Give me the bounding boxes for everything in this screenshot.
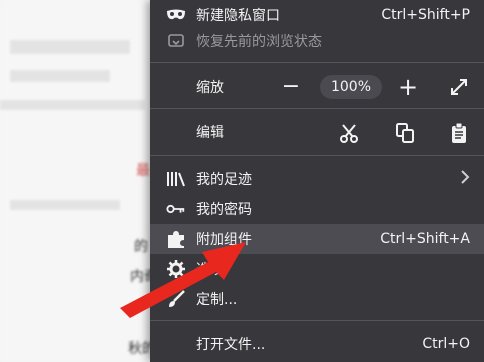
menu-item-restore-session[interactable]: 恢复先前的浏览状态 — [150, 26, 484, 56]
fullscreen-icon[interactable] — [448, 76, 470, 98]
menu-item-passwords[interactable]: 我的密码 — [150, 194, 484, 224]
blurred-block — [10, 40, 130, 54]
menu-item-label: 我的密码 — [196, 202, 252, 218]
shortcut-label: Ctrl+Shift+A — [380, 231, 470, 247]
shortcut-label: Ctrl+Shift+P — [381, 7, 470, 23]
library-icon — [166, 169, 186, 189]
menu-item-addons[interactable]: 附加组件 Ctrl+Shift+A — [150, 224, 484, 254]
blurred-block — [10, 70, 110, 82]
zoom-in-button[interactable]: + — [396, 75, 420, 99]
browser-main-menu: 新建隐私窗口 Ctrl+Shift+P 恢复先前的浏览状态 缩放 − 100% … — [150, 0, 484, 362]
bg-text: 的 — [134, 239, 148, 255]
blurred-block — [10, 200, 120, 210]
menu-item-label: 定制... — [196, 292, 238, 308]
menu-separator — [150, 320, 484, 321]
menu-item-zoom: 缩放 — [150, 72, 484, 102]
zoom-label: 缩放 — [196, 80, 224, 96]
menu-item-customize[interactable]: 定制... — [150, 284, 484, 314]
mask-icon — [166, 5, 186, 25]
scissors-icon[interactable] — [338, 122, 360, 144]
blurred-block — [0, 100, 145, 110]
background-page: 最 的 内奇 秋的 — [0, 0, 160, 362]
bg-text: 最 — [136, 163, 150, 179]
menu-item-edit: 编辑 — [150, 117, 484, 147]
menu-item-label: 新建隐私窗口 — [196, 8, 280, 24]
brush-icon — [166, 289, 186, 309]
puzzle-icon — [166, 229, 186, 249]
menu-separator — [150, 108, 484, 109]
menu-item-label: 我的足迹 — [196, 172, 252, 188]
menu-item-open-file[interactable]: 打开文件... Ctrl+O — [150, 329, 484, 359]
zoom-out-button[interactable]: − — [280, 76, 302, 98]
chevron-right-icon — [460, 170, 470, 188]
edit-label: 编辑 — [196, 125, 224, 141]
menu-item-label: 打开文件... — [196, 337, 266, 353]
menu-item-library[interactable]: 我的足迹 — [150, 164, 484, 194]
restore-icon — [166, 31, 186, 51]
clipboard-icon[interactable] — [448, 122, 470, 144]
key-icon — [166, 199, 186, 219]
menu-item-label: 选项 — [196, 262, 224, 278]
menu-item-label: 恢复先前的浏览状态 — [196, 34, 322, 50]
copy-icon[interactable] — [394, 122, 416, 144]
shortcut-label: Ctrl+O — [422, 336, 470, 352]
menu-item-label: 附加组件 — [196, 232, 252, 248]
gear-icon — [166, 259, 186, 279]
menu-separator — [150, 155, 484, 156]
menu-separator — [150, 62, 484, 63]
menu-item-options[interactable]: 选项 — [150, 254, 484, 284]
zoom-reset-button[interactable]: 100% — [320, 75, 382, 99]
